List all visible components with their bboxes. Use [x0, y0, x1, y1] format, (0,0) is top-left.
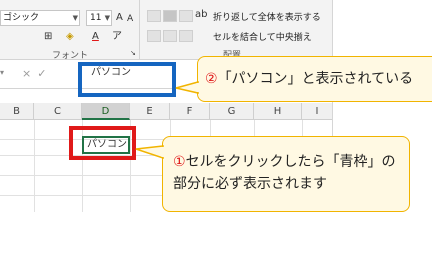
chevron-down-icon: ▼ — [104, 14, 110, 22]
phonetic-icon[interactable]: ア — [112, 31, 122, 43]
right-align-button[interactable] — [179, 30, 193, 42]
column-header[interactable]: G — [210, 103, 254, 120]
font-name-value: ゴシック — [3, 13, 40, 23]
left-align-button[interactable] — [147, 30, 161, 42]
callout-tail — [135, 145, 165, 160]
column-header[interactable]: E — [130, 103, 170, 120]
callout-formula-bar: ②「パソコン」と表示されている — [197, 56, 432, 102]
font-group: ゴシック ▼ 11 ▼ A A ⊞ ◈ A ア フォント ↘ — [0, 0, 140, 61]
decrease-font-icon[interactable]: A — [127, 13, 133, 25]
grid-line — [34, 120, 35, 212]
alignment-group: ab 折り返して全体を表示する セルを結合して中央揃え 配置 — [141, 0, 332, 61]
wrap-text-button[interactable]: 折り返して全体を表示する — [213, 10, 321, 23]
callout-number: ① — [173, 154, 186, 170]
increase-font-icon[interactable]: A — [116, 12, 123, 24]
column-header-selected[interactable]: D — [82, 103, 130, 120]
fill-color-icon[interactable]: ◈ — [66, 31, 74, 43]
middle-align-button[interactable] — [163, 10, 177, 22]
callout-tail — [175, 81, 200, 94]
callout-message: 「パソコン」と表示されている — [217, 71, 414, 87]
font-color-icon[interactable]: A — [92, 31, 99, 43]
ribbon: ゴシック ▼ 11 ▼ A A ⊞ ◈ A ア フォント ↘ ab 折り返して全体を… — [0, 0, 332, 61]
bottom-align-button[interactable] — [179, 10, 193, 22]
blue-highlight-frame — [78, 62, 176, 97]
font-size-value: 11 — [90, 13, 102, 23]
font-name-select[interactable]: ゴシック ▼ — [0, 10, 80, 26]
dialog-launcher-icon[interactable]: ↘ — [130, 47, 136, 59]
column-header-row: B C D E F G H I — [0, 103, 332, 120]
font-group-label: フォント — [52, 51, 89, 61]
callout-number: ② — [205, 71, 218, 87]
callout-text: ①セルをクリックしたら「青枠」の部分に必ず表示されます — [173, 151, 403, 195]
callout-cell: ①セルをクリックしたら「青枠」の部分に必ず表示されます — [162, 136, 410, 212]
formula-cancel-confirm-icons[interactable]: ×✓ — [22, 67, 52, 80]
red-highlight-frame — [69, 126, 136, 160]
orientation-icon[interactable]: ab — [195, 9, 207, 21]
font-size-select[interactable]: 11 ▼ — [86, 10, 112, 26]
name-box-dropdown-icon[interactable]: ▾ — [0, 68, 14, 82]
column-header[interactable]: C — [34, 103, 82, 120]
callout-message: セルをクリックしたら「青枠」の部分に必ず表示されます — [173, 154, 396, 192]
top-align-button[interactable] — [147, 10, 161, 22]
column-header[interactable]: H — [254, 103, 302, 120]
column-header[interactable]: F — [170, 103, 210, 120]
column-header[interactable]: B — [0, 103, 34, 120]
borders-icon[interactable]: ⊞ — [44, 31, 52, 43]
merge-center-button[interactable]: セルを結合して中央揃え — [213, 30, 312, 43]
chevron-down-icon: ▼ — [72, 14, 78, 22]
center-align-button[interactable] — [163, 30, 177, 42]
column-header[interactable]: I — [302, 103, 332, 120]
callout-text: ②「パソコン」と表示されている — [205, 68, 413, 90]
